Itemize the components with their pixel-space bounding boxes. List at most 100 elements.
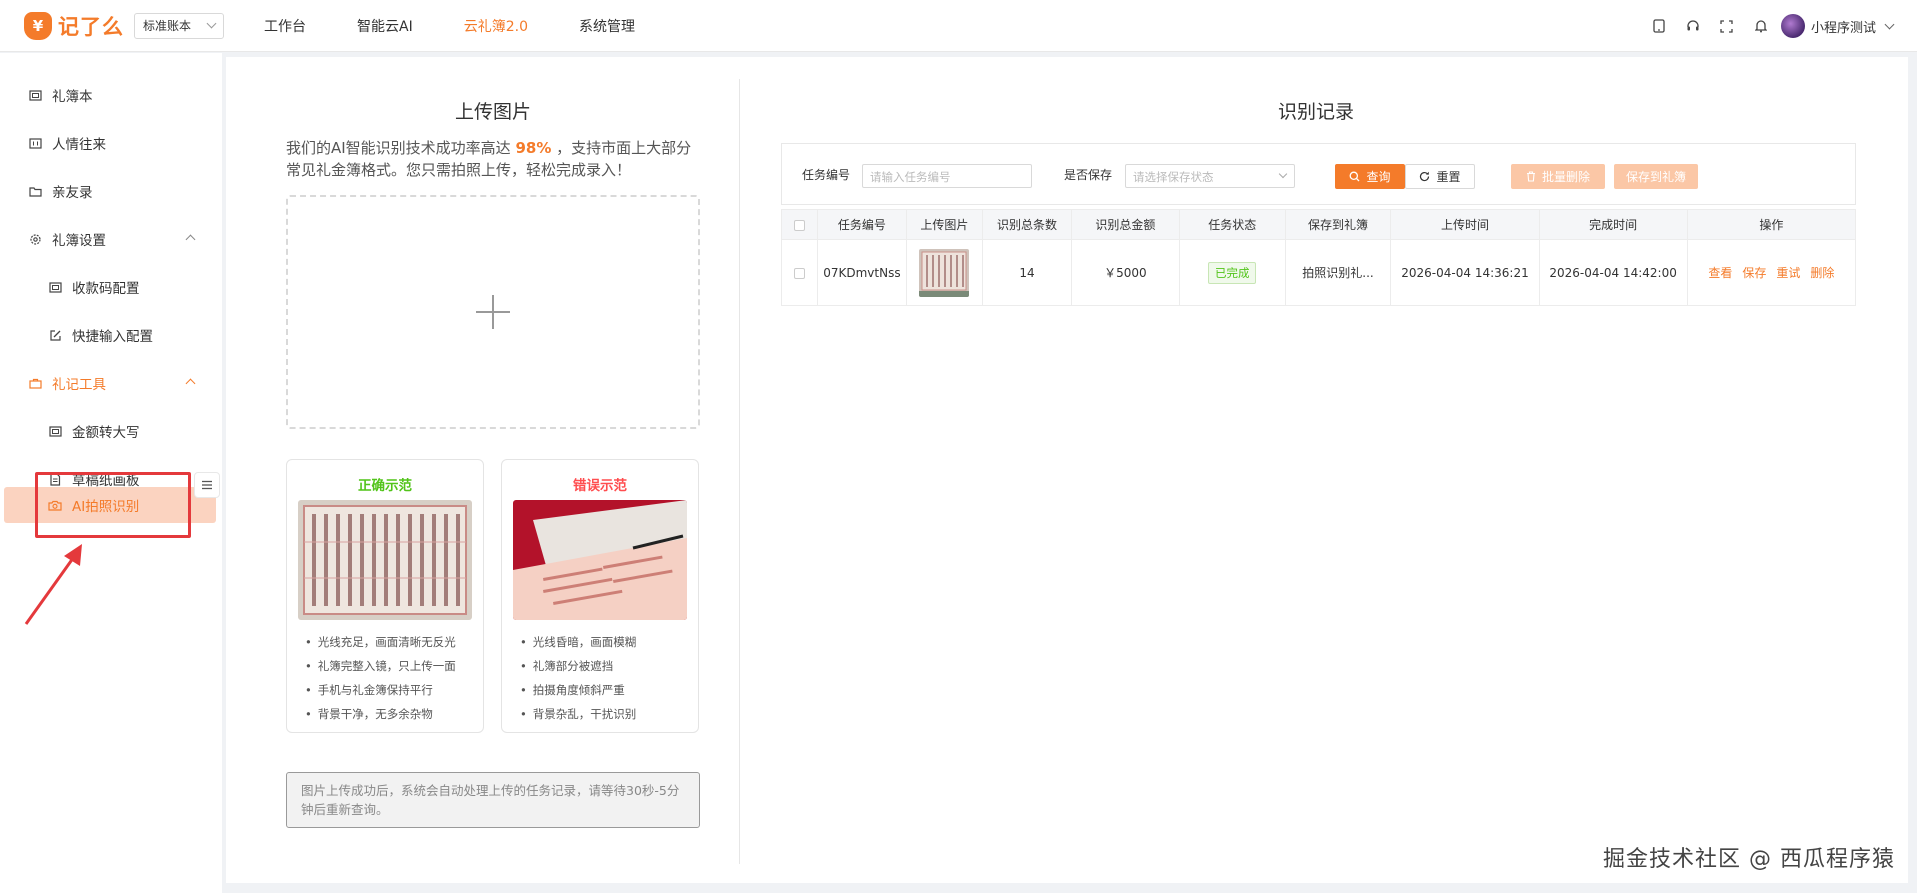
camera-icon [48,498,62,512]
top-nav: 工作台 智能云AI 云礼簿2.0 系统管理 [264,16,686,36]
column-header: 完成时间 [1538,209,1688,240]
list-item: 光线昏暗，画面模糊 [520,630,637,654]
headset-icon[interactable] [1685,18,1701,34]
query-button[interactable]: 查询 [1335,164,1405,189]
list-item: 拍摄角度倾斜严重 [520,678,636,702]
sidebar-item-qrcode-config[interactable]: 收款码配置 [0,269,222,305]
sidebar-item-label: 礼簿本 [52,89,93,105]
toolbox-icon [28,376,42,390]
task-id-input[interactable]: 请输入任务编号 [862,164,1032,188]
list-item: 礼簿完整入镜，只上传一面 [305,654,456,678]
view-link[interactable]: 查看 [1708,266,1732,280]
correct-example-title: 正确示范 [358,478,412,494]
sidebar-item-amount-convert[interactable]: 金额转大写 [0,413,222,449]
thumbnail-cell [905,239,984,306]
nav-workbench[interactable]: 工作台 [264,16,306,36]
book-icon [28,88,42,102]
records-table: 任务编号 上传图片 识别总条数 识别总金额 任务状态 保存到礼簿 上传时间 完成… [781,209,1857,306]
correct-example-card: 正确示范 光线充足，画面清晰无反光 礼簿完整入镜，只上传一面 手机与礼金簿保持平… [286,459,484,733]
refresh-icon [1420,171,1430,182]
sidebar-item-label: AI拍照识别 [72,499,140,515]
sidebar-item-quick-input[interactable]: 快捷输入配置 [0,317,222,353]
list-item: 背景干净，无多余杂物 [305,702,456,726]
column-header: 上传时间 [1390,209,1540,240]
batch-delete-label: 批量删除 [1541,170,1590,184]
table-header-row: 任务编号 上传图片 识别总条数 识别总金额 任务状态 保存到礼簿 上传时间 完成… [781,209,1857,240]
sidebar-item-contacts[interactable]: 亲友录 [0,173,222,209]
finish-time-cell: 2026-04-04 14:42:00 [1538,239,1688,306]
query-label: 查询 [1366,170,1391,184]
nav-system[interactable]: 系统管理 [579,16,635,36]
logo-badge: ¥ [24,11,52,40]
ledger-icon [28,136,42,150]
plus-icon [476,295,510,329]
sidebar-item-label: 礼簿设置 [52,233,106,249]
save-status-placeholder: 请选择保存状态 [1133,170,1214,184]
logo-text: 记了么 [58,14,124,39]
sidebar-item-label: 金额转大写 [72,425,140,441]
nav-cloud-book[interactable]: 云礼簿2.0 [464,16,528,36]
sidebar-item-label: 草稿纸画板 [72,473,140,489]
avatar[interactable] [1780,14,1805,38]
save-to-book-button[interactable]: 保存到礼簿 [1614,164,1698,189]
bell-icon[interactable] [1753,18,1769,34]
sidebar-item-ai-photo[interactable]: AI拍照识别 [4,487,216,523]
sidebar-item-relations[interactable]: 人情往来 [0,125,222,161]
column-header: 任务编号 [816,209,907,240]
table-row: 07KDmvtNss 14 ￥5000 已完成 拍照识别礼... 2026-04… [781,239,1857,306]
sidebar-collapse-button[interactable] [194,472,220,498]
logo[interactable]: ¥ 记了么 [24,11,124,41]
sidebar-item-label: 亲友录 [52,185,93,201]
top-bar: ¥ 记了么 标准账本 工作台 智能云AI 云礼簿2.0 系统管理 小程序测试 [0,0,1917,52]
correct-tips-list: 光线充足，画面清晰无反光 礼簿完整入镜，只上传一面 手机与礼金簿保持平行 背景干… [305,630,456,726]
account-select[interactable]: 标准账本 [134,12,224,39]
username[interactable]: 小程序测试 [1811,17,1876,36]
account-select-value: 标准账本 [143,19,192,33]
row-checkbox[interactable] [793,267,805,279]
wrong-example-card: 错误示范 光线昏暗，画面模糊 礼簿部分被遮挡 拍摄角度倾斜严重 背景杂乱，干 [501,459,699,733]
column-header: 识别总条数 [982,209,1072,240]
qrcode-icon [48,280,62,294]
list-item: 背景杂乱，干扰识别 [520,702,637,726]
wrong-example-image [513,500,687,620]
sidebar-group-tools[interactable]: 礼记工具 [0,365,222,401]
list-item: 礼簿部分被遮挡 [520,654,636,678]
total-amount-cell: ￥5000 [1070,239,1180,306]
row-select-cell [781,239,818,306]
chevron-down-icon [206,18,217,29]
total-count-cell: 14 [982,239,1072,306]
edit-icon [48,328,62,342]
fullscreen-icon[interactable] [1719,18,1735,34]
top-right-tools: 小程序测试 [1633,0,1895,52]
filter-bar: 任务编号 请输入任务编号 是否保存 请选择保存状态 查询 重置 批量删除 保存到… [781,143,1856,205]
sidebar-item-label: 人情往来 [52,137,106,153]
save-status-select[interactable]: 请选择保存状态 [1125,164,1295,188]
annotation-arrow [24,544,82,625]
convert-icon [48,424,62,438]
gear-icon [28,232,42,246]
select-all-cell [781,209,818,240]
wrong-tips-list: 光线昏暗，画面模糊 礼簿部分被遮挡 拍摄角度倾斜严重 背景杂乱，干扰识别 [520,630,637,726]
watermark: 掘金技术社区 @ 西瓜程序猿 [1603,847,1895,872]
sidebar-group-settings[interactable]: 礼簿设置 [0,221,222,257]
reset-button[interactable]: 重置 [1405,164,1475,189]
nav-smart-ai[interactable]: 智能云AI [357,16,413,36]
batch-delete-button[interactable]: 批量删除 [1511,164,1605,189]
sidebar-item-label: 快捷输入配置 [72,329,153,345]
upload-dropzone[interactable] [286,195,700,429]
delete-link[interactable]: 删除 [1810,266,1834,280]
trash-icon [1526,171,1535,182]
sidebar-item-gift-book[interactable]: 礼簿本 [0,77,222,113]
chevron-down-icon[interactable] [1884,19,1895,29]
select-all-checkbox[interactable] [793,219,805,231]
save-link[interactable]: 保存 [1742,266,1766,280]
retry-link[interactable]: 重试 [1776,266,1800,280]
chevron-up-icon [185,234,196,245]
task-id-label: 任务编号 [802,168,851,182]
uploaded-image-thumbnail[interactable] [919,248,970,297]
tablet-icon[interactable] [1651,18,1667,34]
records-title: 识别记录 [1277,101,1354,123]
upload-notice: 图片上传成功后，系统会自动处理上传的任务记录，请等待30秒-5分钟后重新查询。 [286,772,700,828]
column-header: 保存到礼簿 [1284,209,1392,240]
save-to-book-label: 保存到礼簿 [1625,170,1686,184]
